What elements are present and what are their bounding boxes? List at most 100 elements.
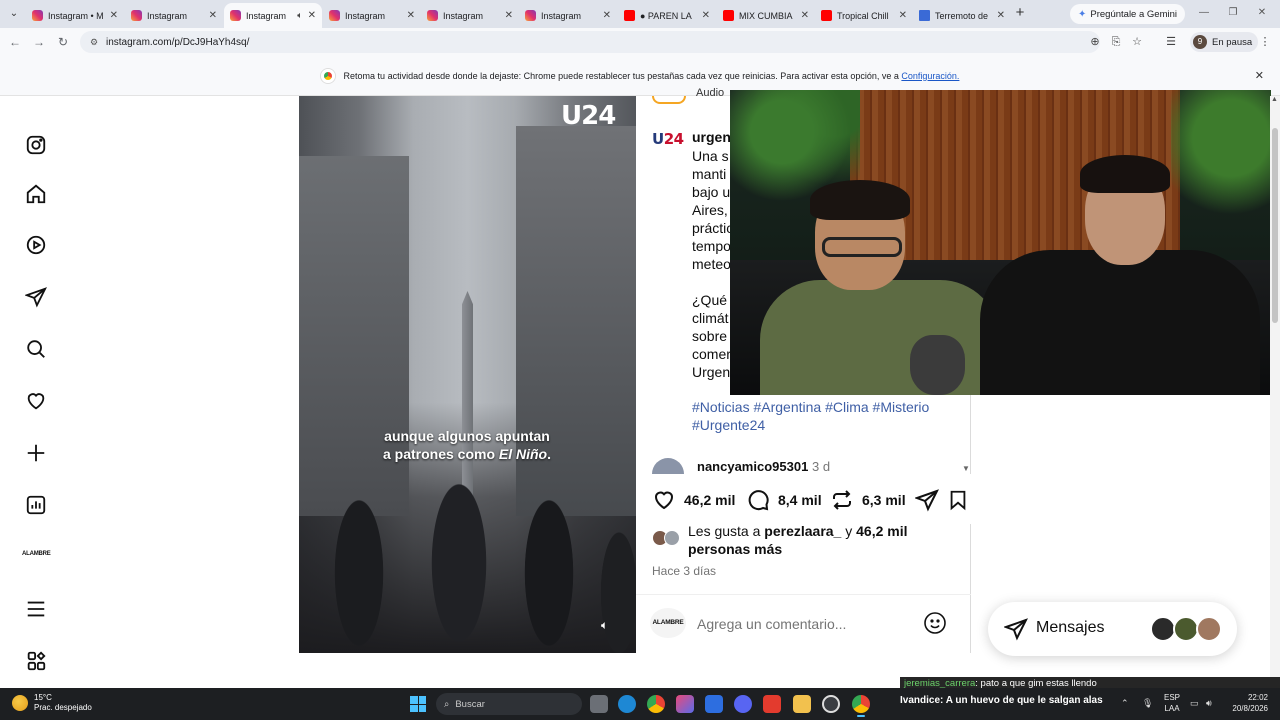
meta-apps-icon[interactable] [24,649,48,673]
close-icon[interactable]: ✕ [801,10,809,21]
comment-button[interactable]: 8,4 mil [746,488,822,512]
tray-chevron-icon[interactable]: ⌃ [1121,698,1129,709]
tab-youtube-3[interactable]: Tropical Chill ✕ [815,3,913,28]
share-button[interactable] [915,488,939,512]
volume-icon[interactable]: 🔈︎ [601,618,608,633]
close-icon[interactable]: ✕ [702,10,710,21]
close-icon[interactable]: ✕ [407,10,415,21]
file-explorer-icon[interactable] [793,695,811,713]
profile-button[interactable]: 9 En pausa [1190,32,1259,52]
language-indicator[interactable]: ESP LAA [1164,692,1180,714]
post-video[interactable]: U24 aunque algunos apuntan a patrones co… [299,96,636,653]
volume-icon[interactable]: 🔊︎ [1206,698,1212,709]
tab-instagram-2[interactable]: Instagram ✕ [125,3,223,28]
audio-label[interactable]: Audio [696,87,724,99]
hashtags[interactable]: #Noticias #Argentina #Clima #Misterio #U… [692,398,962,434]
microphone-icon[interactable]: 🎙︎ [1142,698,1153,709]
liked-by-suffix[interactable]: personas más [688,541,782,557]
author-avatar[interactable]: U24 [652,130,686,158]
messages-icon[interactable] [24,285,48,309]
site-info-icon[interactable]: ⚙︎ [90,37,100,47]
bookmark-star-icon[interactable]: ☆ [1129,34,1145,50]
repost-button[interactable]: 6,3 mil [830,488,906,512]
liked-by-avatars[interactable] [652,530,684,546]
install-app-icon[interactable]: ⎘ [1108,34,1124,50]
back-icon[interactable]: ← [6,33,24,51]
close-icon[interactable]: ✕ [603,10,611,21]
minimize-icon[interactable]: — [1190,4,1218,22]
search-icon[interactable] [24,337,48,361]
chrome-menu-icon[interactable]: ⋮ [1257,34,1273,50]
maximize-icon[interactable]: ❐ [1219,4,1247,22]
new-tab-button[interactable]: + [1012,5,1028,21]
hair [810,180,910,220]
zoom-icon[interactable]: ⊕ [1087,34,1103,50]
forward-icon[interactable]: → [30,33,48,51]
reload-icon[interactable]: ↻ [54,33,72,51]
obs-icon[interactable] [822,695,840,713]
close-icon[interactable]: ✕ [997,10,1005,21]
like-button[interactable]: 46,2 mil [652,488,735,512]
emoji-icon[interactable] [923,611,947,635]
window-close-icon[interactable]: ✕ [1248,4,1276,22]
scroll-thumb[interactable] [1272,128,1278,323]
profile-avatar[interactable]: ALAMBRE [22,551,51,563]
liked-by-count[interactable]: 46,2 mil [856,523,907,539]
tab-instagram-6[interactable]: Instagram ✕ [519,3,617,28]
address-bar[interactable]: ⚙︎ instagram.com/p/DcJ9HaYh4sq/ [80,31,1100,53]
scroll-down-icon[interactable]: ▼ [962,464,970,473]
app-icon[interactable] [763,695,781,713]
instagram-icon [230,10,241,21]
discord-icon[interactable] [734,695,752,713]
copilot-icon[interactable] [676,695,694,713]
gemini-button[interactable]: ✦ Pregúntale a Gemini [1070,4,1185,24]
close-icon[interactable]: ✕ [209,10,217,21]
tab-instagram-4[interactable]: Instagram ✕ [323,3,421,28]
tab-instagram-1[interactable]: Instagram • M ✕ [26,3,124,28]
liked-by-user[interactable]: perezlaara_ [764,523,841,539]
comment-input[interactable] [697,614,907,634]
dashboard-icon[interactable] [24,493,48,517]
caption-line: manti [692,166,727,182]
home-icon[interactable] [24,182,48,206]
author-username[interactable]: urgen [692,129,731,145]
scroll-up-icon[interactable]: ▲ [1271,96,1278,103]
speaker-icon[interactable]: 🔈︎ [297,10,302,21]
tab-instagram-active[interactable]: Instagram 🔈︎ ✕ [224,3,322,28]
create-icon[interactable] [24,441,48,465]
settings-link[interactable]: Configuración. [901,71,959,81]
taskbar-search[interactable]: ⌕ Buscar [436,693,582,715]
close-icon[interactable]: ✕ [110,10,118,21]
weather-widget[interactable]: 15°C Prac. despejado [12,693,92,713]
more-icon[interactable] [24,597,48,621]
save-button[interactable] [947,488,969,512]
tab-youtube-2[interactable]: MIX CUMBIA ✕ [717,3,815,28]
reels-icon[interactable] [24,233,48,257]
task-view-icon[interactable] [590,695,608,713]
instagram-icon[interactable] [24,133,48,157]
system-clock[interactable]: 22:02 20/8/2026 [1224,692,1268,714]
page-scrollbar[interactable]: ▲ [1270,96,1280,688]
edge-icon[interactable] [618,695,636,713]
windows-start-icon[interactable] [410,696,426,712]
tab-youtube-1[interactable]: ● PAREN LA ✕ [618,3,716,28]
chrome-icon[interactable] [647,695,665,713]
comment-avatar[interactable] [652,458,684,474]
tab-web[interactable]: Terremoto de ✕ [913,3,1011,28]
tab-instagram-5[interactable]: Instagram ✕ [421,3,519,28]
caption-line: comer [692,346,731,362]
close-icon[interactable]: ✕ [505,10,513,21]
messages-button[interactable]: Mensajes [988,602,1237,656]
media-control-icon[interactable]: ☰ [1163,34,1179,50]
post-timestamp[interactable]: Hace 3 días [652,564,716,578]
network-icon[interactable]: ▭ [1190,698,1199,709]
audio-avatar[interactable] [652,96,686,104]
chrome-active-icon[interactable] [852,695,870,717]
close-icon[interactable]: ✕ [899,10,907,21]
store-icon[interactable] [705,695,723,713]
comment-username[interactable]: nancyamico95301 [697,459,808,474]
tab-search-icon[interactable]: ⌄ [6,6,22,22]
notifications-icon[interactable] [24,389,48,413]
close-icon[interactable]: ✕ [308,10,316,21]
close-icon[interactable]: ✕ [1255,69,1264,82]
